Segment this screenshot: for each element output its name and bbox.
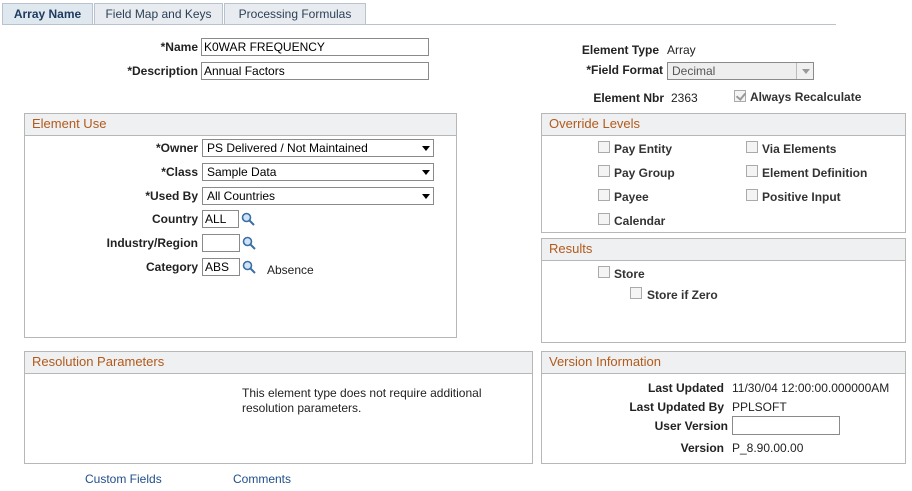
element-type-value: Array [667,43,696,57]
chevron-down-icon [422,146,430,151]
class-select[interactable]: Sample Data [202,163,434,181]
country-label: Country [152,212,198,226]
last-updated-label: Last Updated [647,381,724,395]
tab-array-name[interactable]: Array Name [2,3,93,25]
pay-entity-label: Pay Entity [614,142,673,156]
resolution-parameters-title: Resolution Parameters [25,352,532,374]
class-value: Sample Data [207,165,277,179]
owner-value: PS Delivered / Not Maintained [207,141,368,155]
tab-field-map-and-keys[interactable]: Field Map and Keys [94,3,223,24]
via-elements-label: Via Elements [762,142,837,156]
class-label: *Class [161,165,198,179]
override-levels-title: Override Levels [542,114,905,136]
resolution-message-line1: This element type does not require addit… [242,386,482,400]
element-nbr-label: Element Nbr [593,91,664,105]
element-definition-label: Element Definition [762,166,868,180]
always-recalculate-label: Always Recalculate [750,90,862,104]
magnifier-icon[interactable] [242,260,256,274]
user-version-input[interactable] [732,416,840,435]
used-by-label: *Used By [145,189,198,203]
version-value: P_8.90.00.00 [732,441,804,455]
magnifier-icon[interactable] [241,212,255,226]
element-definition-checkbox[interactable] [746,165,758,177]
always-recalculate-checkbox [734,90,746,102]
category-description: Absence [267,263,314,277]
user-version-label: User Version [654,419,728,433]
last-updated-value: 11/30/04 12:00:00.000000AM [732,381,890,395]
tab-processing-formulas[interactable]: Processing Formulas [224,3,366,24]
last-updated-by-label: Last Updated By [629,400,724,414]
element-use-title: Element Use [25,114,456,136]
field-format-label: *Field Format [586,63,663,77]
element-type-label: Element Type [581,43,659,57]
calendar-checkbox[interactable] [598,213,610,225]
owner-label: *Owner [155,141,198,155]
chevron-down-icon [802,69,810,74]
store-if-zero-checkbox[interactable] [630,287,642,299]
industry-region-label: Industry/Region [106,236,198,250]
description-label: *Description [127,64,198,78]
positive-input-checkbox[interactable] [746,189,758,201]
owner-select[interactable]: PS Delivered / Not Maintained [202,139,434,157]
version-label: Version [680,441,724,455]
category-label: Category [145,260,198,274]
payee-checkbox[interactable] [598,189,610,201]
country-input[interactable]: ALL [202,210,239,228]
results-title: Results [542,239,905,261]
element-nbr-value: 2363 [671,91,698,105]
name-label: *Name [160,40,198,54]
comments-link[interactable]: Comments [233,472,291,486]
pay-group-checkbox[interactable] [598,165,610,177]
version-information-title: Version Information [542,352,905,374]
chevron-down-icon [422,194,430,199]
used-by-select[interactable]: All Countries [202,187,434,205]
last-updated-by-value: PPLSOFT [732,400,787,414]
store-if-zero-label: Store if Zero [647,288,718,302]
calendar-label: Calendar [614,214,666,228]
magnifier-icon[interactable] [242,236,256,250]
field-format-value: Decimal [672,64,716,78]
positive-input-label: Positive Input [762,190,841,204]
pay-entity-checkbox[interactable] [598,141,610,153]
used-by-value: All Countries [207,189,276,203]
pay-group-label: Pay Group [614,166,675,180]
custom-fields-link[interactable]: Custom Fields [85,472,162,486]
name-input[interactable]: K0WAR FREQUENCY [201,38,429,56]
resolution-message-line2: resolution parameters. [242,401,362,415]
tab-underline [2,24,836,25]
chevron-down-icon [422,170,430,175]
store-checkbox[interactable] [598,266,610,278]
category-input[interactable]: ABS [202,258,240,276]
tab-processing-formulas-label: Processing Formulas [238,7,352,21]
tab-field-map-label: Field Map and Keys [105,7,212,21]
description-input[interactable]: Annual Factors [201,62,429,80]
field-format-select: Decimal [667,62,814,80]
store-label: Store [614,267,645,281]
industry-region-input[interactable] [202,234,240,252]
payee-label: Payee [614,190,649,204]
results-group: Results [541,238,906,343]
via-elements-checkbox[interactable] [746,141,758,153]
